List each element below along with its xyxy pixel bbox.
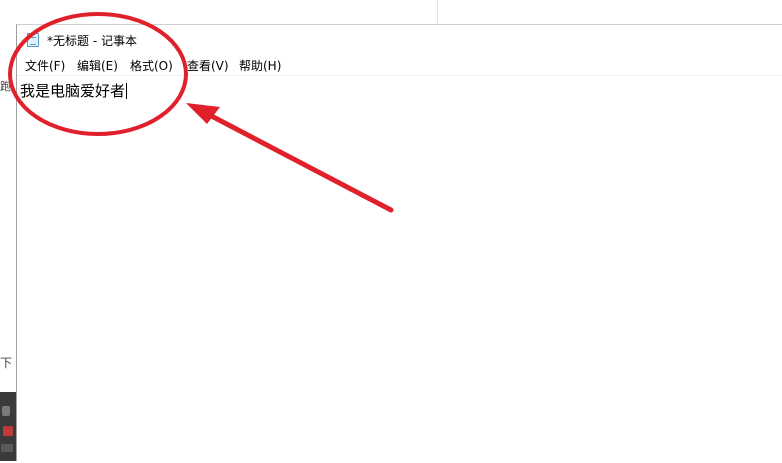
editor-content: 我是电脑爱好者 (20, 80, 128, 101)
keyboard-key (3, 426, 13, 436)
menu-view[interactable]: 查看(V) (185, 57, 231, 74)
background-glyph: 下 (0, 356, 13, 370)
background-thumbnail (0, 392, 16, 461)
menu-file[interactable]: 文件(F) (23, 57, 67, 74)
keyboard-key (1, 444, 13, 452)
background-glyph: 跑 (0, 80, 11, 93)
menu-bar: 文件(F) 编辑(E) 格式(O) 查看(V) 帮助(H) (17, 55, 782, 75)
keyboard-key (2, 406, 10, 416)
notepad-window: *无标题 - 记事本 文件(F) 编辑(E) 格式(O) 查看(V) 帮助(H)… (16, 24, 782, 461)
menu-edit[interactable]: 编辑(E) (75, 57, 120, 74)
background-window-strip (0, 0, 782, 24)
menu-format[interactable]: 格式(O) (128, 57, 175, 74)
background-divider (437, 0, 438, 24)
text-caret (126, 83, 128, 99)
notepad-icon (27, 33, 39, 47)
text-editor-area[interactable]: 我是电脑爱好者 (17, 75, 782, 463)
window-title: *无标题 - 记事本 (47, 34, 137, 48)
title-bar[interactable]: *无标题 - 记事本 (17, 25, 782, 54)
menu-help[interactable]: 帮助(H) (237, 57, 283, 74)
editor-text-value: 我是电脑爱好者 (20, 82, 126, 100)
